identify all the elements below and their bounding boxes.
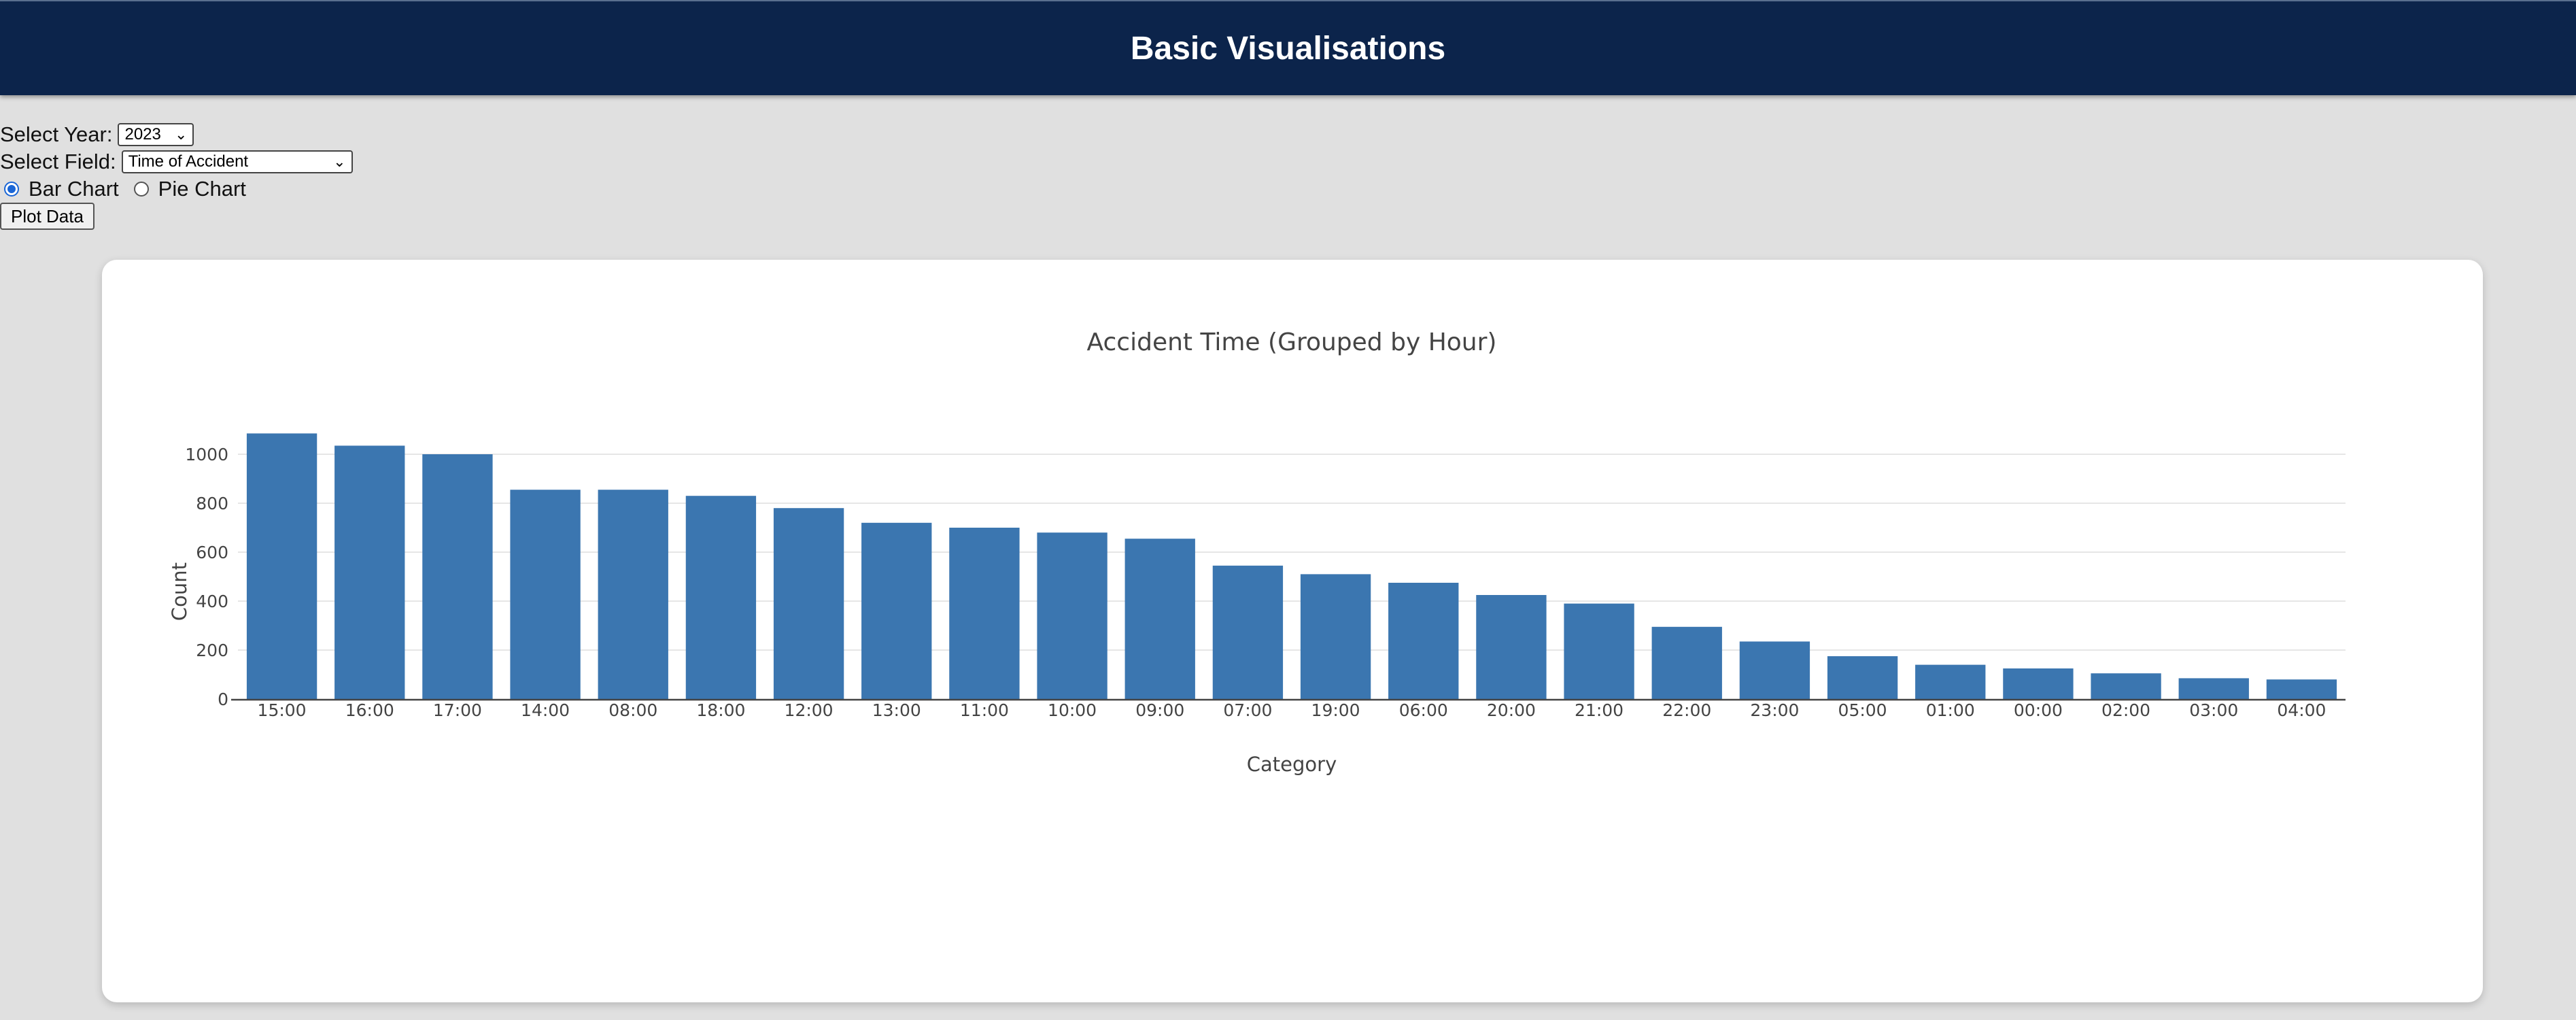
x-tick-labels: 15:00 16:00 17:00 14:00 08:00 18:00 12:00 13:00… [258, 700, 2326, 720]
bar-2000[interactable] [1476, 595, 1547, 699]
bar-1000[interactable] [1037, 532, 1107, 699]
chart-title: Accident Time (Grouped by Hour) [1087, 328, 1497, 356]
bar-0000[interactable] [2003, 668, 2074, 699]
y-tick-label: 0 [218, 690, 228, 709]
bar-0600[interactable] [1388, 583, 1459, 699]
y-tick-label: 1000 [185, 445, 228, 464]
chevron-down-icon: ⌄ [175, 126, 188, 143]
bar-0700[interactable] [1212, 565, 1284, 699]
x-tick-label: 02:00 [2101, 700, 2150, 720]
year-row: Select Year: 2023 ⌄ [0, 121, 353, 148]
bar-1400[interactable] [510, 490, 581, 699]
bar-0800[interactable] [598, 490, 668, 699]
x-tick-label: 00:00 [2014, 700, 2063, 720]
x-tick-label: 21:00 [1575, 700, 1624, 720]
bar-2300[interactable] [1739, 641, 1810, 699]
x-tick-label: 10:00 [1048, 700, 1097, 720]
chart-type-row: Bar Chart Pie Chart [0, 175, 353, 203]
bar-chart: Accident Time (Grouped by Hour) Category… [168, 328, 2346, 776]
bar-1900[interactable] [1300, 574, 1371, 699]
bar-1300[interactable] [861, 522, 932, 699]
year-select-value: 2023 [124, 125, 161, 143]
bar-0300[interactable] [2178, 678, 2249, 699]
x-tick-label: 11:00 [960, 700, 1009, 720]
x-tick-label: 07:00 [1223, 700, 1272, 720]
bar-0200[interactable] [2091, 673, 2161, 699]
bar-0400[interactable] [2266, 679, 2337, 699]
bar-1700[interactable] [422, 454, 493, 699]
x-tick-label: 12:00 [785, 700, 834, 720]
x-tick-label: 15:00 [258, 700, 307, 720]
x-tick-label: 06:00 [1399, 700, 1448, 720]
y-tick-label: 600 [196, 543, 228, 562]
controls-panel: Select Year: 2023 ⌄ Select Field: Time o… [0, 121, 353, 230]
pie-chart-radio[interactable] [133, 182, 149, 197]
x-tick-label: 16:00 [345, 700, 394, 720]
field-select-value: Time of Accident [128, 152, 249, 171]
field-label: Select Field: [0, 150, 116, 173]
field-row: Select Field: Time of Accident ⌄ [0, 148, 353, 175]
x-tick-label: 20:00 [1487, 700, 1536, 720]
x-tick-label: 19:00 [1311, 700, 1360, 720]
bar-1500[interactable] [246, 433, 317, 699]
x-tick-label: 04:00 [2277, 700, 2326, 720]
bar-0500[interactable] [1827, 656, 1898, 699]
bars [231, 433, 2346, 701]
bar-chart-label[interactable]: Bar Chart [29, 175, 119, 203]
y-tick-label: 800 [196, 494, 228, 513]
field-select[interactable]: Time of Accident ⌄ [121, 150, 353, 173]
x-tick-label: 05:00 [1838, 700, 1887, 720]
y-tick-label: 400 [196, 592, 228, 611]
bar-2100[interactable] [1564, 603, 1634, 699]
x-tick-label: 13:00 [872, 700, 921, 720]
x-axis-label: Category [1247, 753, 1337, 776]
x-tick-label: 14:00 [521, 700, 570, 720]
x-tick-label: 01:00 [1926, 700, 1975, 720]
bar-2200[interactable] [1651, 626, 1722, 699]
bar-1200[interactable] [773, 508, 844, 699]
y-tick-labels: 0 200 400 600 800 1000 [185, 445, 228, 709]
x-tick-label: 17:00 [433, 700, 482, 720]
x-tick-label: 23:00 [1750, 700, 1799, 720]
plot-data-button[interactable]: Plot Data [0, 203, 95, 230]
bar-chart-radio[interactable] [4, 182, 19, 197]
pie-chart-label[interactable]: Pie Chart [158, 175, 246, 203]
chart-card: Accident Time (Grouped by Hour) Category… [102, 260, 2483, 1002]
x-tick-label: 18:00 [696, 700, 745, 720]
bar-0900[interactable] [1124, 539, 1195, 699]
bar-0100[interactable] [1915, 664, 1986, 699]
chevron-down-icon: ⌄ [333, 153, 346, 170]
y-tick-label: 200 [196, 641, 228, 660]
y-axis-label: Count [168, 562, 191, 621]
bar-1800[interactable] [685, 496, 757, 699]
bar-1600[interactable] [334, 445, 405, 699]
year-label: Select Year: [0, 122, 113, 146]
app-header: Basic Visualisations [0, 0, 2576, 95]
bar-1100[interactable] [949, 528, 1020, 699]
year-select[interactable]: 2023 ⌄ [118, 123, 194, 146]
x-tick-label: 22:00 [1662, 700, 1711, 720]
x-tick-label: 09:00 [1135, 700, 1184, 720]
plot-row: Plot Data [0, 203, 353, 230]
x-tick-label: 08:00 [608, 700, 657, 720]
page-title: Basic Visualisations [1130, 30, 1446, 67]
x-tick-label: 03:00 [2189, 700, 2238, 720]
